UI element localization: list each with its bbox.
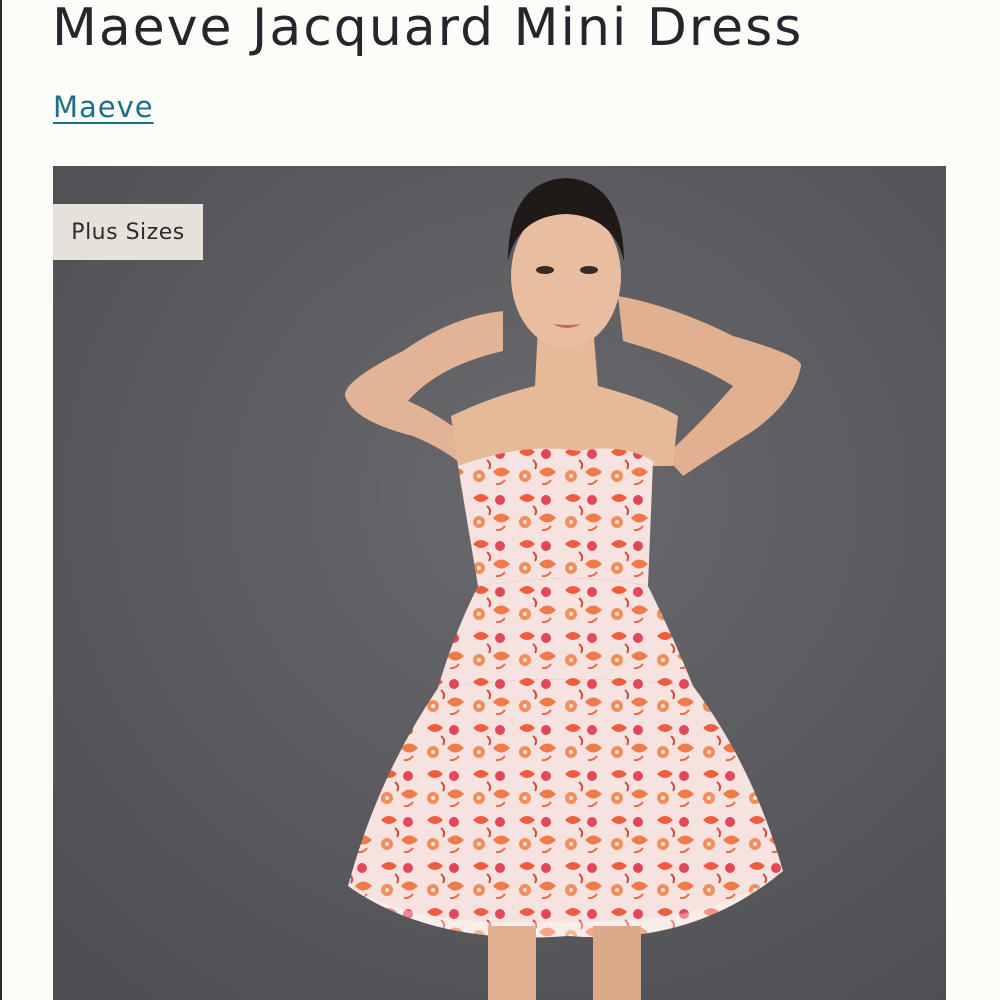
product-photo [53,166,946,1000]
brand-link[interactable]: Maeve [53,90,154,124]
window-edge [0,0,2,1000]
plus-sizes-badge: Plus Sizes [53,204,203,260]
product-title: Maeve Jacquard Mini Dress [52,0,804,58]
product-image[interactable]: Plus Sizes [53,166,946,1000]
